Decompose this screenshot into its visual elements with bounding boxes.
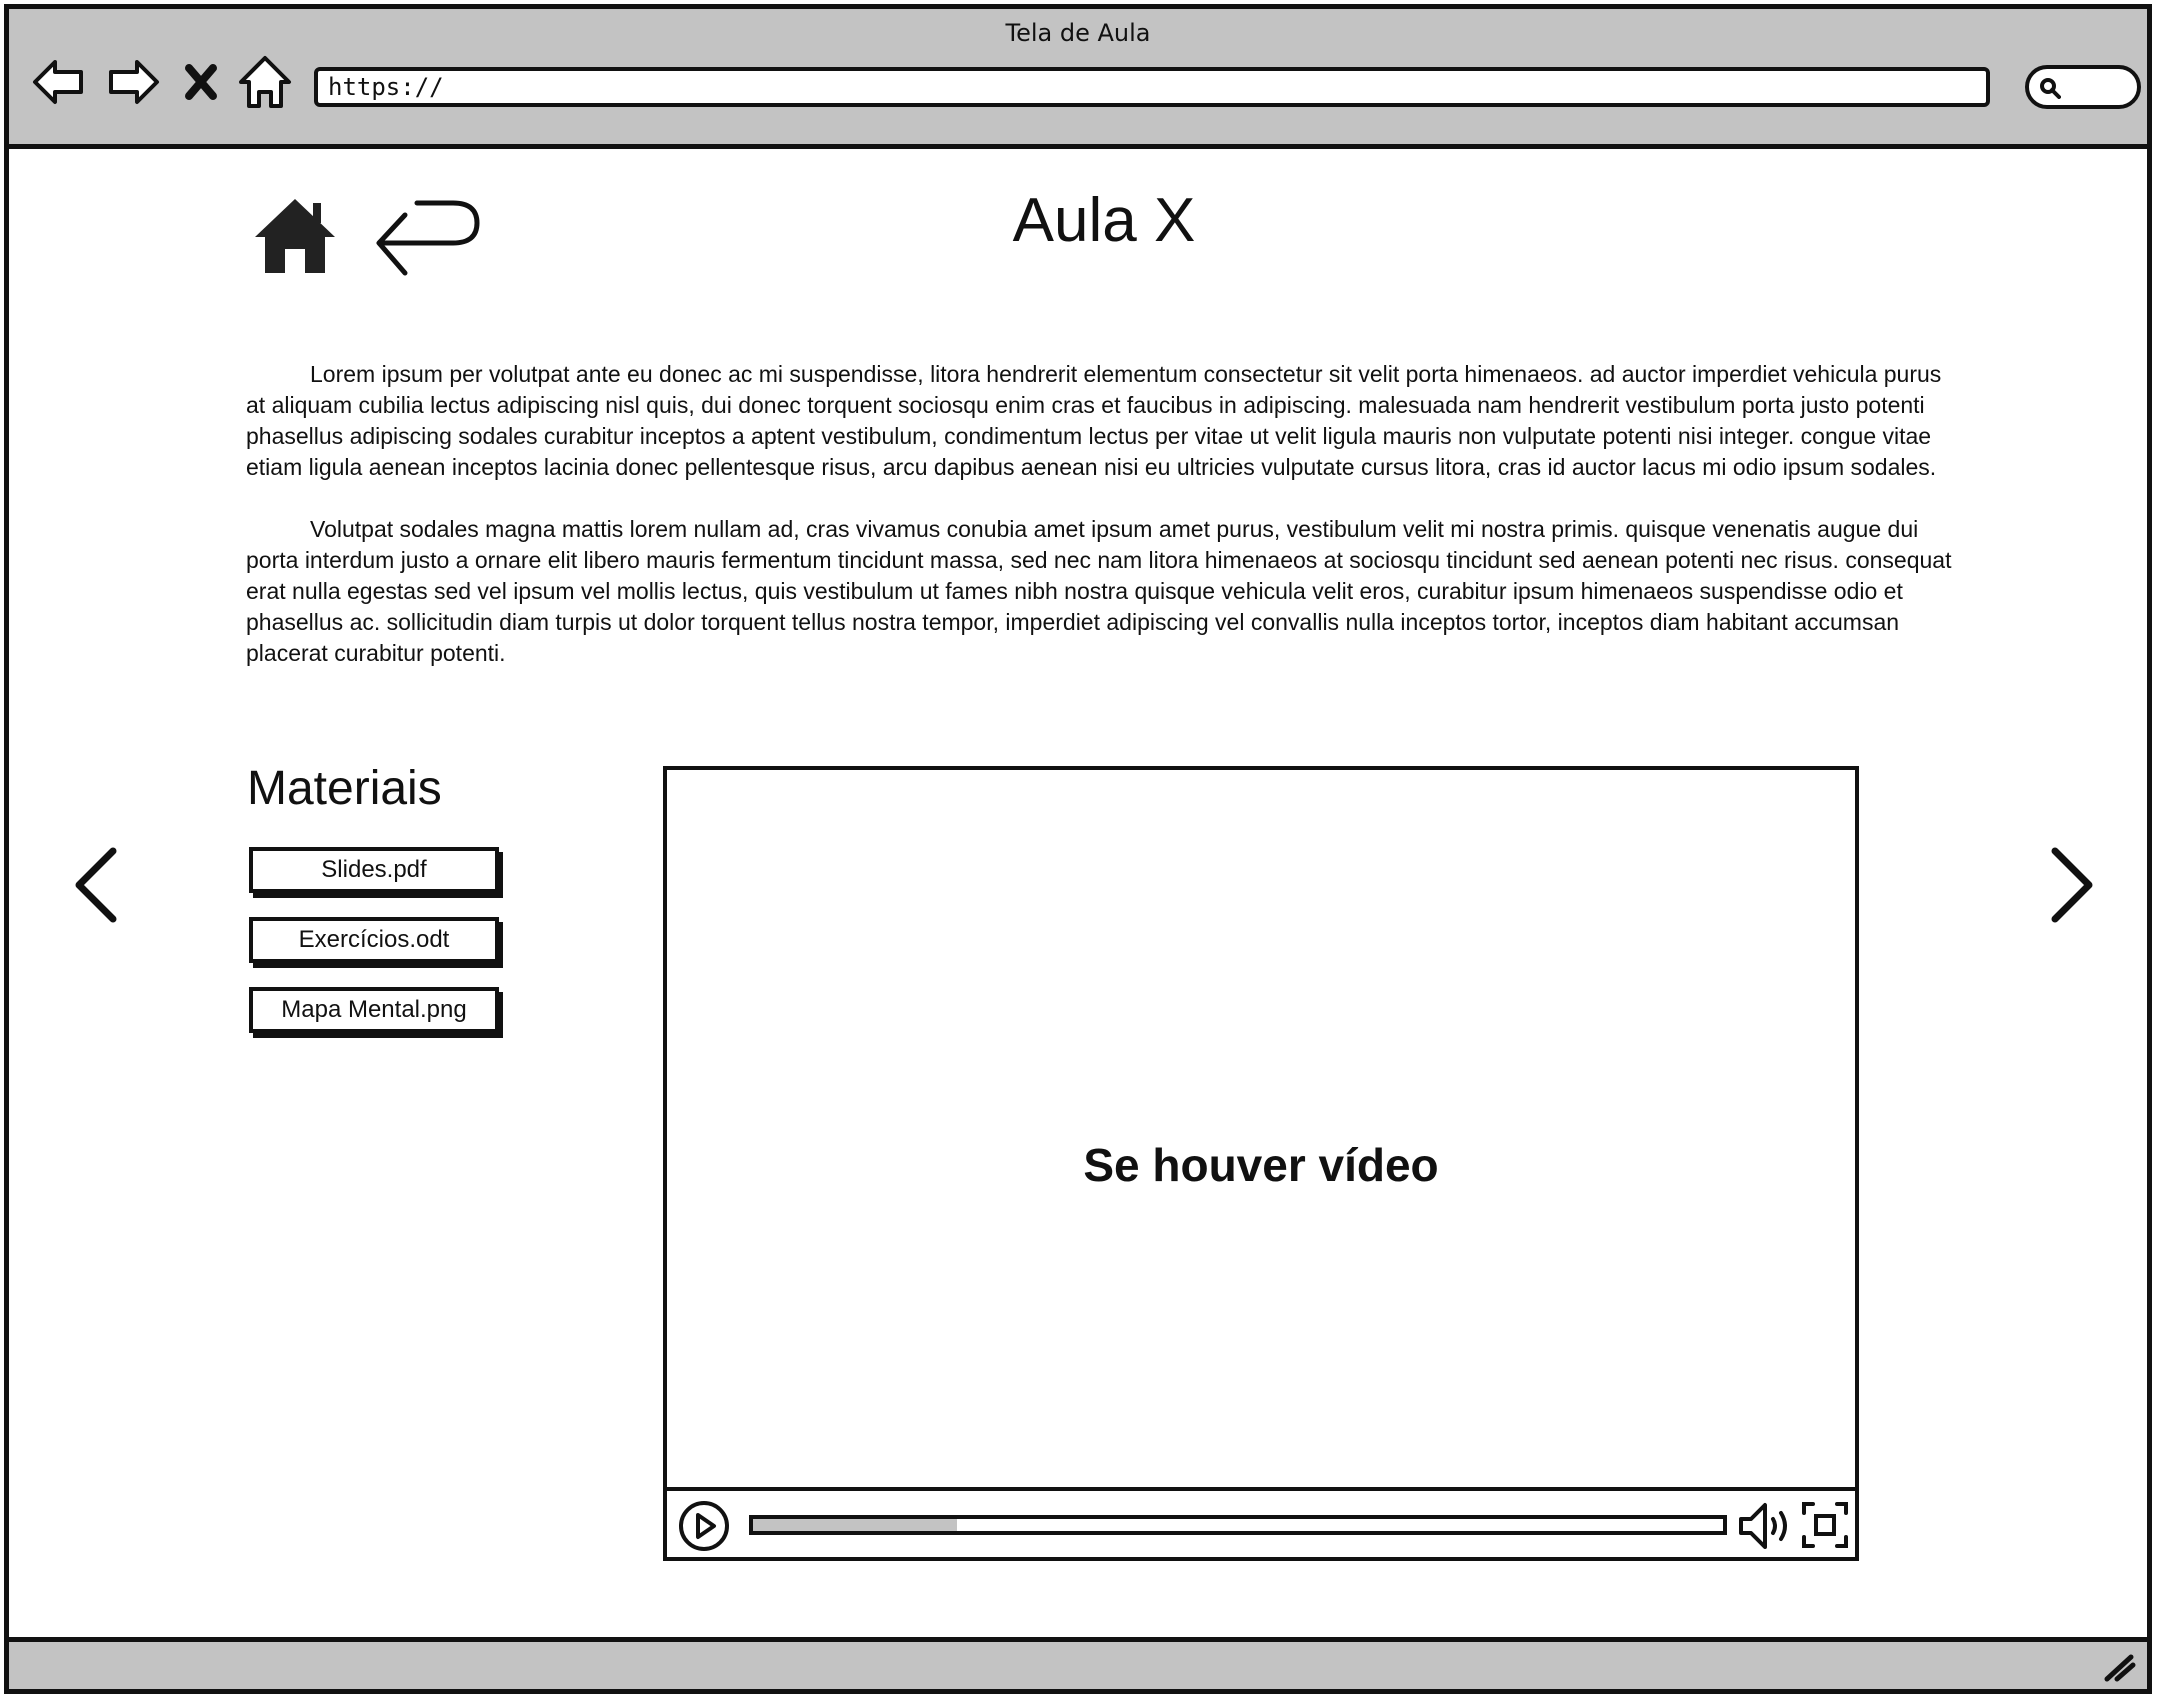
home-icon[interactable]	[237, 54, 293, 110]
material-file-button[interactable]: Mapa Mental.png	[249, 987, 499, 1033]
video-controls	[667, 1487, 1855, 1557]
chevron-left-icon[interactable]	[69, 845, 125, 925]
browser-window: Tela de Aula https:// Aula X Lorem ipsum…	[4, 4, 2152, 1694]
address-bar[interactable]: https://	[314, 67, 1990, 107]
browser-statusbar	[9, 1637, 2147, 1689]
lesson-text: Lorem ipsum per volutpat ante eu donec a…	[246, 359, 1956, 700]
search-icon	[2040, 78, 2061, 99]
play-icon[interactable]	[677, 1499, 731, 1553]
resize-grip-icon[interactable]	[2101, 1647, 2137, 1683]
materials-heading: Materiais	[247, 762, 442, 815]
browser-titlebar: Tela de Aula https://	[9, 9, 2147, 149]
forward-icon[interactable]	[105, 54, 161, 110]
search-box[interactable]	[2025, 65, 2141, 109]
back-icon[interactable]	[31, 54, 87, 110]
video-progress-bar[interactable]	[749, 1515, 1727, 1535]
material-file-button[interactable]: Exercícios.odt	[249, 917, 499, 963]
paragraph: Lorem ipsum per volutpat ante eu donec a…	[246, 361, 1942, 480]
chevron-right-icon[interactable]	[2043, 845, 2099, 925]
return-arrow-icon[interactable]	[373, 193, 485, 281]
material-file-button[interactable]: Slides.pdf	[249, 847, 499, 893]
close-icon[interactable]	[181, 54, 221, 110]
page-title: Aula X	[1012, 186, 1196, 255]
paragraph: Volutpat sodales magna mattis lorem null…	[246, 516, 1952, 666]
window-title: Tela de Aula	[1005, 19, 1151, 47]
video-placeholder-label: Se houver vídeo	[1083, 1139, 1439, 1191]
home-icon[interactable]	[253, 197, 337, 275]
video-progress-fill	[753, 1519, 957, 1531]
volume-icon[interactable]	[1737, 1501, 1793, 1551]
video-player[interactable]: Se houver vídeo	[663, 766, 1859, 1561]
fullscreen-icon[interactable]	[1801, 1501, 1849, 1549]
